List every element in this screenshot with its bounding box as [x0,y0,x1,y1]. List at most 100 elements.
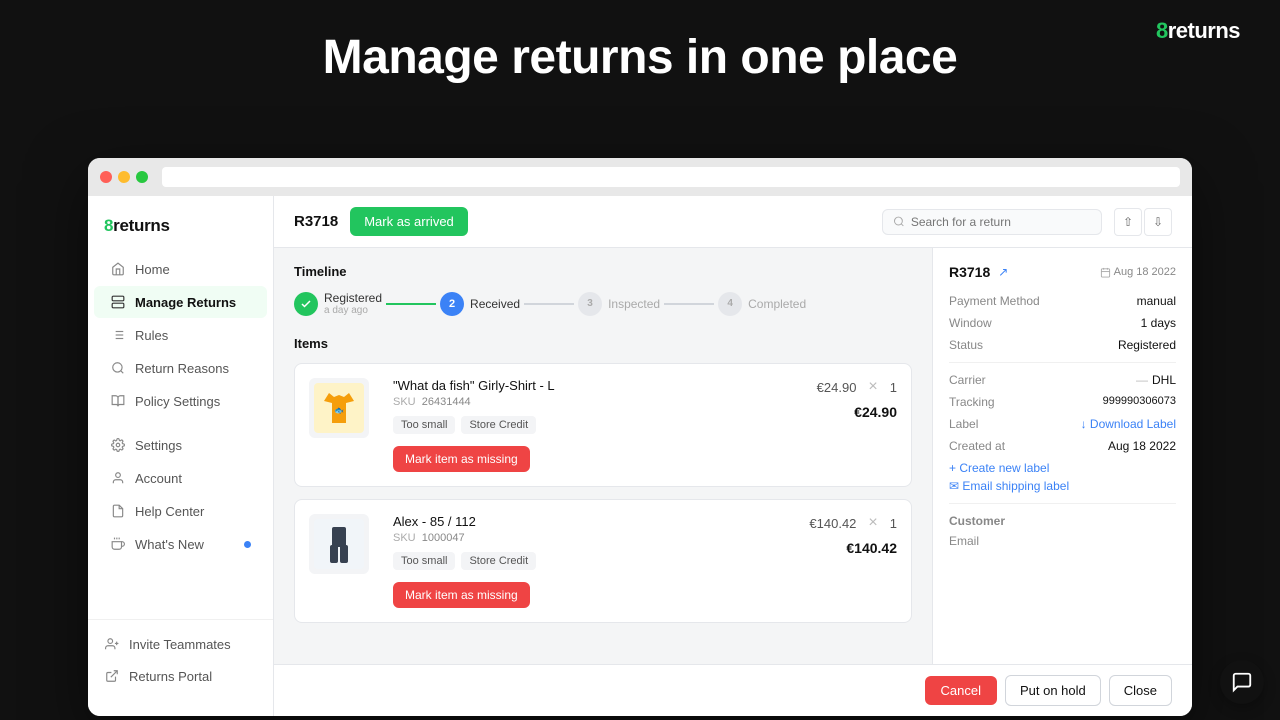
divider-1 [949,362,1176,363]
titlebar [88,158,1192,196]
carrier-val: DHL [1152,373,1176,387]
item-card-2: Alex - 85 / 112 SKU 1000047 Too small St… [294,499,912,623]
tag-store-credit-2: Store Credit [461,552,536,570]
chat-bubble-button[interactable] [1220,660,1264,704]
sidebar-item-whats-new[interactable]: What's New [94,528,267,560]
meta-val-carrier: — DHL [1136,373,1176,387]
meta-created-at: Created at Aug 18 2022 [949,439,1176,453]
meta-status: Status Registered [949,338,1176,352]
sidebar-item-settings[interactable]: Settings [94,429,267,461]
carrier-dash: — [1136,373,1148,387]
meta-val-window: 1 days [1141,316,1176,330]
svg-text:🐟: 🐟 [334,406,344,415]
search-input[interactable] [911,215,1091,229]
hero-title: Manage returns in one place [0,0,1280,109]
sidebar-item-help-center[interactable]: Help Center [94,495,267,527]
item-tags-1: Too small Store Credit [393,416,805,434]
timeline-step-inspected: 3 Inspected [578,292,660,316]
home-icon [110,261,126,277]
item-name-2: Alex - 85 / 112 [393,514,797,529]
right-return-id: R3718 [949,264,990,280]
window-maximize-dot[interactable] [136,171,148,183]
price-total-2: €140.42 [846,540,897,556]
sidebar-item-account[interactable]: Account [94,462,267,494]
meta-tracking: Tracking 999990306073 [949,395,1176,409]
rules-icon [110,327,126,343]
window-minimize-dot[interactable] [118,171,130,183]
meta-key-window: Window [949,316,992,330]
brand-returns: returns [1168,18,1240,43]
sidebar-item-invite-teammates[interactable]: Invite Teammates [88,628,273,660]
put-on-hold-button[interactable]: Put on hold [1005,675,1101,706]
meta-val-created-at: Aug 18 2022 [1108,439,1176,453]
manage-returns-icon [110,294,126,310]
sidebar-item-home-label: Home [135,262,170,277]
app-body: 8returns Home Manage Returns [88,196,1192,716]
meta-payment-method: Payment Method manual [949,294,1176,308]
right-date: Aug 18 2022 [1100,266,1176,278]
sidebar-item-returns-portal[interactable]: Returns Portal [88,660,273,692]
right-panel: R3718 ↗ Aug 18 2022 Payment Method manua… [932,248,1192,664]
timeline-section: Timeline Registered a day ago [294,264,912,316]
sidebar-item-policy-settings[interactable]: Policy Settings [94,385,267,417]
sidebar-item-home[interactable]: Home [94,253,267,285]
meta-val-payment: manual [1137,294,1176,308]
create-new-label-link[interactable]: + Create new label [949,461,1176,475]
timeline-step-received: 2 Received [440,292,520,316]
mark-missing-button-1[interactable]: Mark item as missing [393,446,530,472]
meta-key-payment: Payment Method [949,294,1040,308]
sidebar-item-manage-returns-label: Manage Returns [135,295,236,310]
content-area: Timeline Registered a day ago [274,248,1192,664]
sidebar-brand: 8returns [88,212,273,252]
mark-missing-button-2[interactable]: Mark item as missing [393,582,530,608]
chat-icon [1231,671,1253,693]
sidebar-item-whats-new-label: What's New [135,537,204,552]
tag-too-small-2: Too small [393,552,455,570]
step-label-registered: Registered a day ago [324,291,382,316]
tag-store-credit-1: Store Credit [461,416,536,434]
meta-key-status: Status [949,338,983,352]
window-close-dot[interactable] [100,171,112,183]
step-connector-2 [524,303,574,305]
sidebar-item-rules[interactable]: Rules [94,319,267,351]
close-button[interactable]: Close [1109,675,1172,706]
account-icon [110,470,126,486]
calendar-icon [1100,267,1111,278]
pants-dark-svg [314,519,364,569]
sidebar-item-policy-settings-label: Policy Settings [135,394,220,409]
cancel-button[interactable]: Cancel [925,676,997,705]
step-connector-3 [664,303,714,305]
invite-teammates-label: Invite Teammates [129,637,231,652]
nav-next-button[interactable]: ⇩ [1144,208,1172,236]
mark-as-arrived-button[interactable]: Mark as arrived [350,207,468,236]
meta-val-status: Registered [1118,338,1176,352]
item-name-1: "What da fish" Girly-Shirt - L [393,378,805,393]
left-panel: Timeline Registered a day ago [274,248,932,664]
external-link-icon[interactable]: ↗ [998,265,1008,279]
customer-title: Customer [949,514,1176,528]
meta-key-carrier: Carrier [949,373,986,387]
step-label-received: Received [470,297,520,311]
nav-prev-button[interactable]: ⇧ [1114,208,1142,236]
email-shipping-label-link[interactable]: ✉ Email shipping label [949,479,1176,493]
sidebar-nav: Home Manage Returns Rules [88,252,273,619]
sidebar-item-return-reasons[interactable]: Return Reasons [94,352,267,384]
item-img-2 [309,514,369,574]
meta-key-created-at: Created at [949,439,1005,453]
item-card-1: 🐟 "What da fish" Girly-Shirt - L SKU 264… [294,363,912,487]
meta-label: Label ↓ Download Label [949,417,1176,431]
settings-icon [110,437,126,453]
nav-arrows: ⇧ ⇩ [1114,208,1172,236]
item-main-1: "What da fish" Girly-Shirt - L SKU 26431… [393,378,805,472]
sidebar-item-manage-returns[interactable]: Manage Returns [94,286,267,318]
meta-carrier: Carrier — DHL [949,373,1176,387]
price-total-1: €24.90 [854,404,897,420]
download-label-link[interactable]: ↓ Download Label [1081,417,1176,431]
shirt-yellow-svg: 🐟 [314,383,364,433]
app-window: 8returns Home Manage Returns [88,158,1192,716]
timeline: Registered a day ago 2 Received [294,291,912,316]
item-main-2: Alex - 85 / 112 SKU 1000047 Too small St… [393,514,797,608]
step-circle-received: 2 [440,292,464,316]
sidebar-item-settings-label: Settings [135,438,182,453]
right-panel-header: R3718 ↗ Aug 18 2022 [949,264,1176,280]
